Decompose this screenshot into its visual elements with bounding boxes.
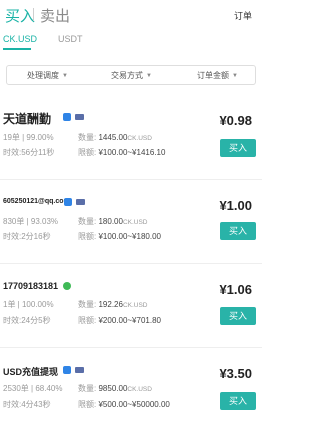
quantity-value: 180.00 <box>98 217 123 226</box>
buy-button[interactable]: 买入 <box>220 139 256 157</box>
filter-label: 订单金额 <box>197 71 229 80</box>
divider <box>0 263 262 264</box>
unit-price: ¥1.06 <box>219 282 252 297</box>
limit-label: 限额: <box>78 316 97 325</box>
time-value: 4分43秒 <box>21 400 51 409</box>
tab-buy[interactable]: 买入 <box>5 5 35 26</box>
bank-card-icon <box>75 367 84 373</box>
check-circle-icon <box>63 282 71 290</box>
time-limit: 时效:56分11秒 <box>3 147 54 158</box>
time-value: 2分16秒 <box>21 232 51 241</box>
merchant-name: 17709183181 <box>3 281 59 291</box>
filter-order-amount[interactable]: 订单金额 ▼ <box>197 70 238 81</box>
quantity-label: 数量: <box>78 217 97 226</box>
limit-label: 限额: <box>78 400 97 409</box>
bank-card-icon <box>76 199 85 205</box>
quantity: 数量: 9850.00CK.USD <box>78 383 152 394</box>
buy-button[interactable]: 买入 <box>220 222 256 240</box>
quantity-value: 192.26 <box>98 300 123 309</box>
amount-limit: 限额: ¥100.00~¥1416.10 <box>78 147 165 158</box>
quantity-value: 1445.00 <box>98 133 128 142</box>
coin-tabs: CK.USD USDT <box>0 34 262 50</box>
quantity: 数量: 1445.00CK.USD <box>78 132 152 143</box>
filter-payment-method[interactable]: 交易方式 ▼ <box>111 70 152 81</box>
amount-limit: 限额: ¥200.00~¥701.80 <box>78 315 161 326</box>
filter-bar: 处理调度 ▼ 交易方式 ▼ 订单金额 ▼ <box>6 65 256 85</box>
time-label: 时效: <box>3 400 22 409</box>
buy-button[interactable]: 买入 <box>220 307 256 325</box>
quantity-unit: CK.USD <box>122 219 148 226</box>
filter-label: 处理调度 <box>27 71 59 80</box>
quantity-value: 9850.00 <box>98 384 128 393</box>
listing-item: USD充值提现 2530单 | 68.40% 数量: 9850.00CK.USD… <box>0 365 262 424</box>
orders-link[interactable]: 订单 <box>234 9 252 22</box>
limit-value: ¥500.00~¥50000.00 <box>98 400 170 409</box>
verified-icon <box>63 366 71 374</box>
time-value: 56分11秒 <box>21 148 55 157</box>
amount-limit: 限额: ¥100.00~¥180.00 <box>78 231 161 242</box>
tab-separator <box>33 8 34 21</box>
order-stats: 19单 | 99.00% <box>3 133 54 142</box>
limit-label: 限额: <box>78 232 97 241</box>
filter-label: 交易方式 <box>111 71 143 80</box>
verified-icon <box>63 113 71 121</box>
time-label: 时效: <box>3 232 22 241</box>
coin-tab-usdt[interactable]: USDT <box>58 34 83 44</box>
listing-item: 天道酬勤 19单 | 99.00% 数量: 1445.00CK.USD 时效:5… <box>0 110 262 170</box>
order-stats: 2530单 | 68.40% <box>3 384 63 393</box>
time-value: 24分5秒 <box>21 316 51 325</box>
quantity-unit: CK.USD <box>127 135 152 142</box>
limit-value: ¥100.00~¥1416.10 <box>98 148 166 157</box>
divider <box>0 347 262 348</box>
unit-price: ¥1.00 <box>219 198 252 213</box>
caret-down-icon: ▼ <box>146 72 152 79</box>
quantity-label: 数量: <box>78 384 97 393</box>
quantity-label: 数量: <box>78 300 97 309</box>
bank-card-icon <box>75 114 84 120</box>
time-label: 时效: <box>3 148 22 157</box>
active-tab-indicator <box>3 48 31 50</box>
merchant-name: USD充值提现 <box>3 367 59 377</box>
limit-label: 限额: <box>78 148 97 157</box>
coin-tab-ckusd[interactable]: CK.USD <box>3 34 37 44</box>
listing-item: 605250121@qq.com 830单 | 93.03% 数量: 180.0… <box>0 198 262 258</box>
order-stats: 830单 | 93.03% <box>3 217 59 226</box>
time-limit: 时效:2分16秒 <box>3 231 51 242</box>
unit-price: ¥0.98 <box>219 113 252 128</box>
caret-down-icon: ▼ <box>62 72 68 79</box>
quantity-unit: CK.USD <box>127 386 152 393</box>
top-bar: 买入 卖出 订单 <box>0 0 262 32</box>
verified-icon <box>64 198 72 206</box>
amount-limit: 限额: ¥500.00~¥50000.00 <box>78 399 170 410</box>
filter-processing[interactable]: 处理调度 ▼ <box>27 70 68 81</box>
quantity: 数量: 192.26CK.USD <box>78 299 148 310</box>
time-limit: 时效:24分5秒 <box>3 315 51 326</box>
time-limit: 时效:4分43秒 <box>3 399 51 410</box>
time-label: 时效: <box>3 316 22 325</box>
divider <box>0 179 262 180</box>
quantity-label: 数量: <box>78 133 97 142</box>
unit-price: ¥3.50 <box>219 366 252 381</box>
limit-value: ¥100.00~¥180.00 <box>98 232 161 241</box>
limit-value: ¥200.00~¥701.80 <box>98 316 161 325</box>
order-stats: 1单 | 100.00% <box>3 300 54 309</box>
tab-sell[interactable]: 卖出 <box>40 5 70 26</box>
caret-down-icon: ▼ <box>232 72 238 79</box>
buy-button[interactable]: 买入 <box>220 392 256 410</box>
quantity: 数量: 180.00CK.USD <box>78 216 148 227</box>
merchant-name: 天道酬勤 <box>3 112 52 126</box>
listing-item: 17709183181 1单 | 100.00% 数量: 192.26CK.US… <box>0 281 262 341</box>
merchant-name: 605250121@qq.com <box>3 198 70 205</box>
quantity-unit: CK.USD <box>122 302 148 309</box>
